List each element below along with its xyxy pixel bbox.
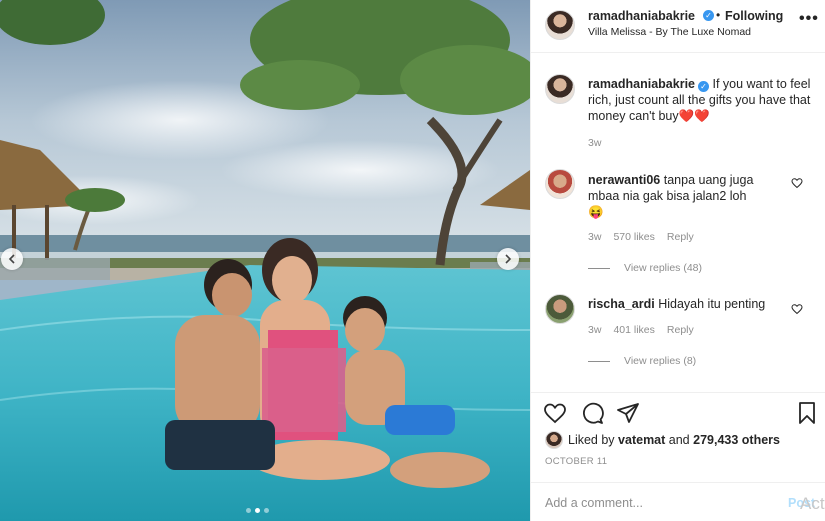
comment-text: Hidayah itu penting <box>658 297 766 311</box>
liked-by-middle: and <box>668 433 690 447</box>
location-link[interactable]: Villa Melissa - By The Luxe Nomad <box>588 26 751 38</box>
carousel-dot-active <box>255 508 260 513</box>
following-button[interactable]: Following <box>725 9 783 23</box>
view-replies-label: View replies (8) <box>624 355 697 367</box>
chevron-left-icon <box>8 254 15 264</box>
heart-outline-icon[interactable] <box>543 401 567 425</box>
verified-badge-icon: ✓ <box>698 81 709 92</box>
paper-plane-icon[interactable] <box>616 401 640 425</box>
bookmark-icon[interactable] <box>795 401 819 425</box>
add-comment-input[interactable] <box>545 496 775 510</box>
comment-username[interactable]: nerawanti06 <box>588 173 660 187</box>
caption-author-avatar[interactable] <box>545 74 575 104</box>
reply-button[interactable]: Reply <box>667 231 694 243</box>
view-replies-label: View replies (48) <box>624 262 703 274</box>
post-side-panel: ramadhaniabakrie ✓ • Following Villa Mel… <box>530 0 825 521</box>
comment-username[interactable]: rischa_ardi <box>588 297 655 311</box>
caption-username[interactable]: ramadhaniabakrie <box>588 77 695 91</box>
comment-time[interactable]: 3w <box>588 231 601 243</box>
action-bar <box>531 392 825 432</box>
comment-like-heart-icon[interactable] <box>791 177 803 189</box>
comment-likes[interactable]: 401 likes <box>613 324 654 336</box>
pool-photo-image <box>0 0 530 521</box>
chevron-right-icon <box>505 254 512 264</box>
author-avatar[interactable] <box>545 10 575 40</box>
carousel-dots <box>246 508 269 513</box>
activation-watermark: Act <box>800 494 825 513</box>
replies-divider-line <box>588 267 610 269</box>
caption: ramadhaniabakrie ✓ If you want to feel ri… <box>588 76 813 124</box>
liked-by-prefix: Liked by <box>568 433 615 447</box>
verified-badge-icon: ✓ <box>703 10 714 21</box>
header-separator: • <box>716 8 721 22</box>
carousel-dot <box>264 508 269 513</box>
comment-2: rischa_ardi Hidayah itu penting <box>588 296 788 312</box>
comment-2-meta: 3w 401 likes Reply <box>588 324 706 336</box>
commenter-avatar[interactable] <box>545 169 575 199</box>
view-replies-button[interactable]: View replies (48) <box>588 262 702 274</box>
comment-1: nerawanti06 tanpa uang juga mbaa nia gak… <box>588 172 788 220</box>
comment-time[interactable]: 3w <box>588 324 601 336</box>
liker-avatar[interactable] <box>545 431 563 449</box>
caption-time[interactable]: 3w <box>588 137 601 149</box>
carousel-next-button[interactable] <box>497 248 519 270</box>
post-date[interactable]: OCTOBER 11 <box>545 456 607 467</box>
author-username[interactable]: ramadhaniabakrie <box>588 9 695 23</box>
comment-likes[interactable]: 570 likes <box>613 231 654 243</box>
add-comment-bar: Post <box>531 482 825 521</box>
caption-emoji: ❤️❤️ <box>678 109 710 123</box>
comment-emoji: 😝 <box>588 205 604 219</box>
replies-divider-line <box>588 360 610 362</box>
likes-count[interactable]: 279,433 others <box>693 433 780 447</box>
commenter-avatar[interactable] <box>545 294 575 324</box>
comment-1-meta: 3w 570 likes Reply <box>588 231 706 243</box>
carousel-dot <box>246 508 251 513</box>
comment-like-heart-icon[interactable] <box>791 303 803 315</box>
liker-username[interactable]: vatemat <box>618 433 665 447</box>
view-replies-button[interactable]: View replies (8) <box>588 355 696 367</box>
reply-button[interactable]: Reply <box>667 324 694 336</box>
caption-meta: 3w <box>588 137 613 149</box>
carousel-prev-button[interactable] <box>1 248 23 270</box>
more-options-icon[interactable]: ••• <box>799 10 819 28</box>
post-photo[interactable] <box>0 0 530 521</box>
post-header: ramadhaniabakrie ✓ • Following Villa Mel… <box>531 0 825 53</box>
speech-bubble-icon[interactable] <box>580 401 604 425</box>
